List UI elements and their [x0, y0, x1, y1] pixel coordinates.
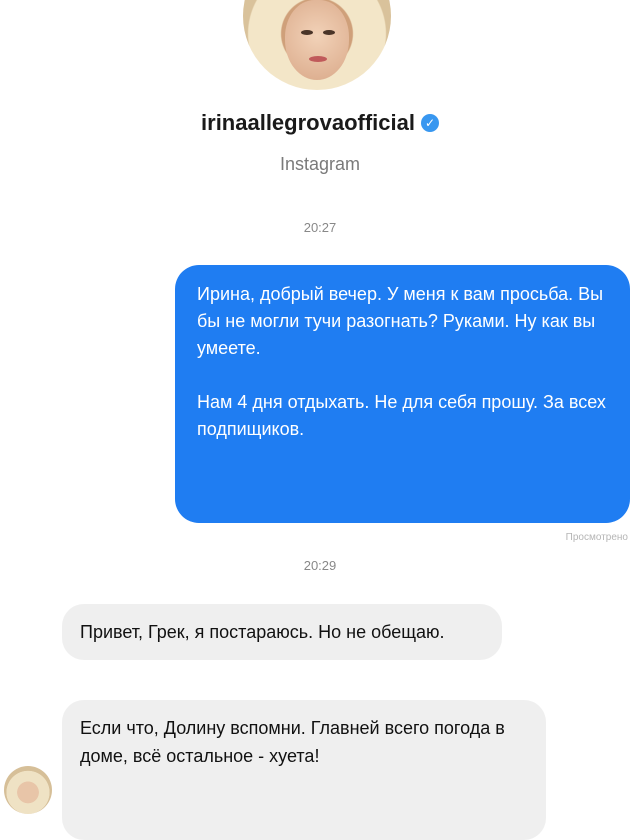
avatar-eye-left: [301, 30, 313, 35]
incoming-message-bubble[interactable]: Если что, Долину вспомни. Главней всего …: [62, 700, 546, 840]
profile-avatar[interactable]: [243, 0, 391, 90]
profile-platform: Instagram: [279, 154, 361, 174]
profile-header[interactable]: irinaallegrovaofficial ✓: [0, 110, 640, 136]
profile-username: irinaallegrovaofficial: [201, 110, 415, 135]
seen-status: Просмотрено: [565, 532, 628, 543]
incoming-message-text: Если что, Долину вспомни. Главней всего …: [80, 718, 505, 766]
avatar-face: [285, 0, 349, 80]
verified-badge-icon: ✓: [420, 114, 439, 132]
avatar-eye-right: [323, 30, 335, 35]
outgoing-message-paragraph: Ирина, добрый вечер. У меня к вам просьб…: [197, 284, 604, 358]
outgoing-message-paragraph: Нам 4 дня отдыхать. Не для себя прошу. З…: [197, 392, 606, 439]
incoming-message-text: Привет, Грек, я постараюсь. Но не обещаю…: [80, 622, 445, 642]
sender-avatar[interactable]: [4, 766, 52, 814]
outgoing-message-bubble[interactable]: Ирина, добрый вечер. У меня к вам просьб…: [175, 265, 630, 523]
avatar-lips: [309, 56, 327, 62]
incoming-message-bubble[interactable]: Привет, Грек, я постараюсь. Но не обещаю…: [62, 604, 502, 660]
message-timestamp: 20:29: [303, 558, 337, 573]
message-timestamp: 20:27: [303, 220, 337, 235]
